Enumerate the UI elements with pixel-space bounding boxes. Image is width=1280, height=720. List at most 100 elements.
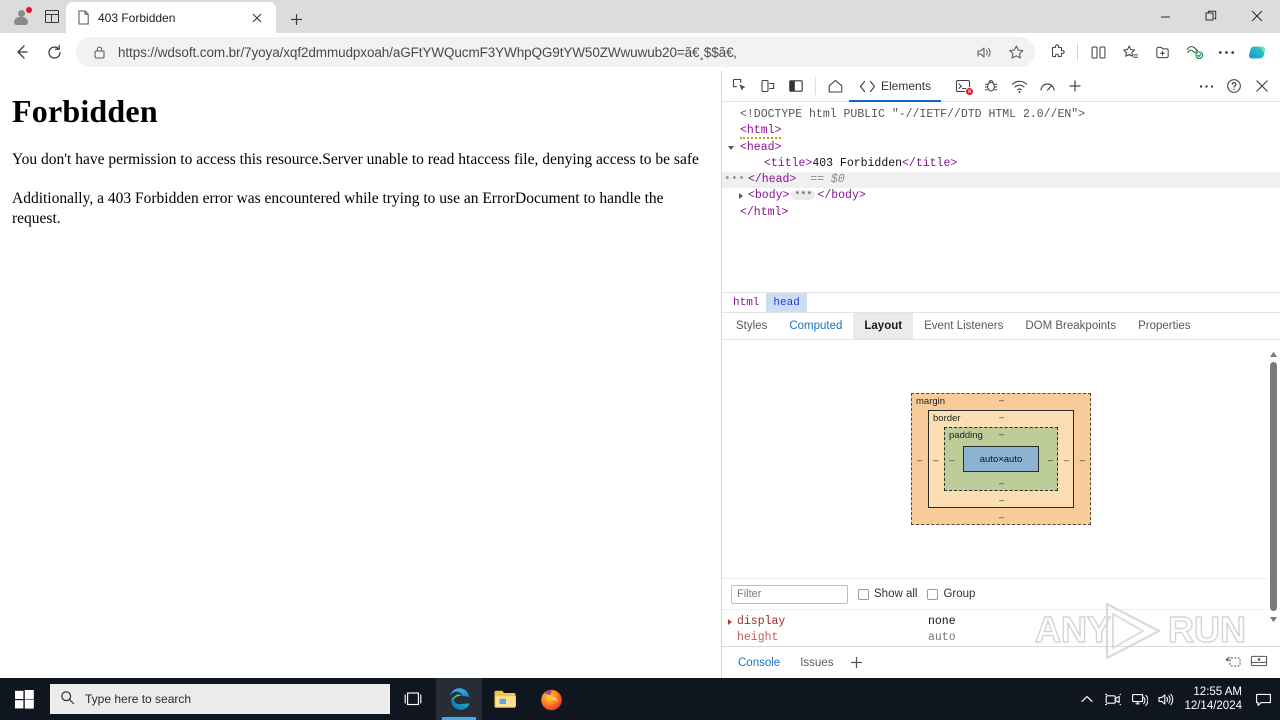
notifications-button[interactable] xyxy=(1250,678,1276,720)
chevron-right-icon[interactable] xyxy=(728,619,732,625)
box-model-content[interactable]: auto×auto xyxy=(963,446,1039,472)
network-icon[interactable] xyxy=(1126,678,1152,720)
sources-debugger-icon[interactable] xyxy=(977,73,1005,100)
drawer-tab-issues[interactable]: Issues xyxy=(790,652,843,674)
tab-properties[interactable]: Properties xyxy=(1127,313,1201,339)
drawer-tab-console[interactable]: Console xyxy=(728,652,790,674)
dom-row-html-close[interactable]: </html> xyxy=(722,205,1280,221)
console-icon[interactable] xyxy=(949,73,977,100)
restore-drawer-icon[interactable] xyxy=(1225,654,1242,672)
drawer-add-tool-icon[interactable] xyxy=(843,651,869,675)
padding-top-value: – xyxy=(999,429,1005,440)
performance-icon[interactable] xyxy=(1033,73,1061,100)
property-row-display[interactable]: display none xyxy=(722,613,1280,629)
dom-row-menu-icon[interactable]: ••• xyxy=(724,171,745,187)
address-bar[interactable]: https://wdsoft.com.br/7yoya/xqf2dmmudpxo… xyxy=(76,37,1035,67)
devtools-more-options-icon[interactable] xyxy=(1192,73,1220,100)
split-screen-button[interactable] xyxy=(1082,36,1114,68)
start-button[interactable] xyxy=(0,678,48,720)
search-icon xyxy=(60,690,75,708)
device-emulation-icon[interactable] xyxy=(754,73,782,100)
tab-actions-menu-button[interactable] xyxy=(38,4,66,30)
clock-date: 12/14/2024 xyxy=(1184,700,1242,712)
copilot-button[interactable] xyxy=(1242,36,1274,68)
new-tab-button[interactable] xyxy=(281,5,311,33)
taskbar-app-mozilla-firefox[interactable] xyxy=(528,678,574,720)
tab-computed[interactable]: Computed xyxy=(778,313,853,339)
minimize-button[interactable] xyxy=(1142,0,1188,32)
clock[interactable]: 12:55 AM 12/14/2024 xyxy=(1178,678,1250,720)
task-view-button[interactable] xyxy=(390,678,436,720)
layout-scrollbar[interactable] xyxy=(1267,347,1280,626)
layout-pane: margin – – – – border – – – – padding – … xyxy=(722,340,1280,646)
dom-row-html-open[interactable]: <html> xyxy=(722,123,1280,140)
tab-layout[interactable]: Layout xyxy=(853,313,914,339)
dom-selected-marker: == $0 xyxy=(810,173,845,187)
browser-tab[interactable]: 403 Forbidden xyxy=(66,2,276,33)
breadcrumb-item-head[interactable]: head xyxy=(766,293,807,312)
property-value-display: none xyxy=(928,614,956,628)
taskbar-app-microsoft-edge[interactable] xyxy=(436,678,482,720)
computed-properties-list[interactable]: display none height auto width auto xyxy=(722,610,1280,646)
breadcrumb-item-html[interactable]: html xyxy=(726,293,766,312)
dom-collapsed-children-icon[interactable]: ••• xyxy=(791,190,816,201)
search-input[interactable]: Type here to search xyxy=(50,684,390,714)
read-aloud-icon[interactable] xyxy=(969,38,999,66)
taskbar-app-file-explorer[interactable] xyxy=(482,678,528,720)
show-all-checkbox[interactable] xyxy=(858,588,869,600)
dock-side-icon[interactable] xyxy=(782,73,810,100)
profile-button[interactable] xyxy=(6,4,36,30)
dom-tree[interactable]: <!DOCTYPE html PUBLIC "-//IETF//DTD HTML… xyxy=(722,102,1280,292)
box-model-border[interactable]: border – – – – padding – – – – auto×auto xyxy=(928,410,1074,508)
dom-row-body[interactable]: <body> ••• </body> xyxy=(722,188,1280,204)
dom-row-head-close[interactable]: ••• </head> == $0 xyxy=(722,171,1280,189)
dom-row-title[interactable]: <title>403 Forbidden</title> xyxy=(722,156,1280,172)
screen-recording-icon[interactable] xyxy=(1100,678,1126,720)
box-model-padding[interactable]: padding – – – – auto×auto xyxy=(944,427,1058,491)
inspect-element-icon[interactable] xyxy=(726,73,754,100)
tab-event-listeners[interactable]: Event Listeners xyxy=(913,313,1014,339)
dom-row-head-open[interactable]: <head> xyxy=(722,140,1280,156)
show-all-checkbox-wrap[interactable]: Show all xyxy=(858,588,917,600)
chevron-right-icon[interactable] xyxy=(739,193,743,200)
back-button[interactable] xyxy=(6,36,38,68)
computed-filter-bar: Filter Show all Group xyxy=(722,579,1280,610)
settings-and-more-button[interactable] xyxy=(1210,36,1242,68)
extensions-button[interactable] xyxy=(1041,36,1073,68)
box-model-border-label: border xyxy=(933,413,961,424)
dock-drawer-icon[interactable] xyxy=(1250,654,1268,671)
margin-bottom-value: – xyxy=(999,511,1005,523)
more-tools-plus-icon[interactable] xyxy=(1061,73,1089,100)
browser-essentials-button[interactable] xyxy=(1178,36,1210,68)
collections-button[interactable] xyxy=(1114,36,1146,68)
box-model-margin[interactable]: margin – – – – border – – – – padding – … xyxy=(911,393,1091,525)
volume-icon[interactable] xyxy=(1152,678,1178,720)
favorite-star-icon[interactable] xyxy=(1001,38,1031,66)
group-checkbox[interactable] xyxy=(927,588,939,600)
maximize-restore-button[interactable] xyxy=(1188,0,1234,32)
show-hidden-icons-button[interactable] xyxy=(1074,678,1100,720)
group-checkbox-wrap[interactable]: Group xyxy=(927,588,975,600)
lock-icon xyxy=(90,43,108,61)
clock-time: 12:55 AM xyxy=(1193,686,1242,698)
add-tab-group-button[interactable] xyxy=(1146,36,1178,68)
tab-dom-breakpoints[interactable]: DOM Breakpoints xyxy=(1014,313,1127,339)
scrollbar-thumb[interactable] xyxy=(1270,362,1277,611)
dom-row-doctype[interactable]: <!DOCTYPE html PUBLIC "-//IETF//DTD HTML… xyxy=(722,107,1280,123)
devtools-close-icon[interactable] xyxy=(1248,73,1276,100)
dom-head-tag: <head> xyxy=(740,140,782,154)
tab-elements[interactable]: Elements xyxy=(849,71,942,102)
home-icon[interactable] xyxy=(821,73,849,100)
close-icon[interactable] xyxy=(246,7,268,29)
refresh-button[interactable] xyxy=(38,36,70,68)
close-button[interactable] xyxy=(1234,0,1280,32)
filter-input[interactable]: Filter xyxy=(731,584,848,604)
help-icon[interactable] xyxy=(1220,73,1248,100)
tab-actions-icon xyxy=(45,10,59,23)
network-icon[interactable] xyxy=(1005,73,1033,100)
property-row-height[interactable]: height auto xyxy=(722,629,1280,645)
chevron-down-icon[interactable] xyxy=(728,145,734,150)
scroll-up-arrow-icon[interactable] xyxy=(1267,347,1280,361)
box-model[interactable]: margin – – – – border – – – – padding – … xyxy=(911,393,1091,525)
tab-styles[interactable]: Styles xyxy=(725,313,778,339)
